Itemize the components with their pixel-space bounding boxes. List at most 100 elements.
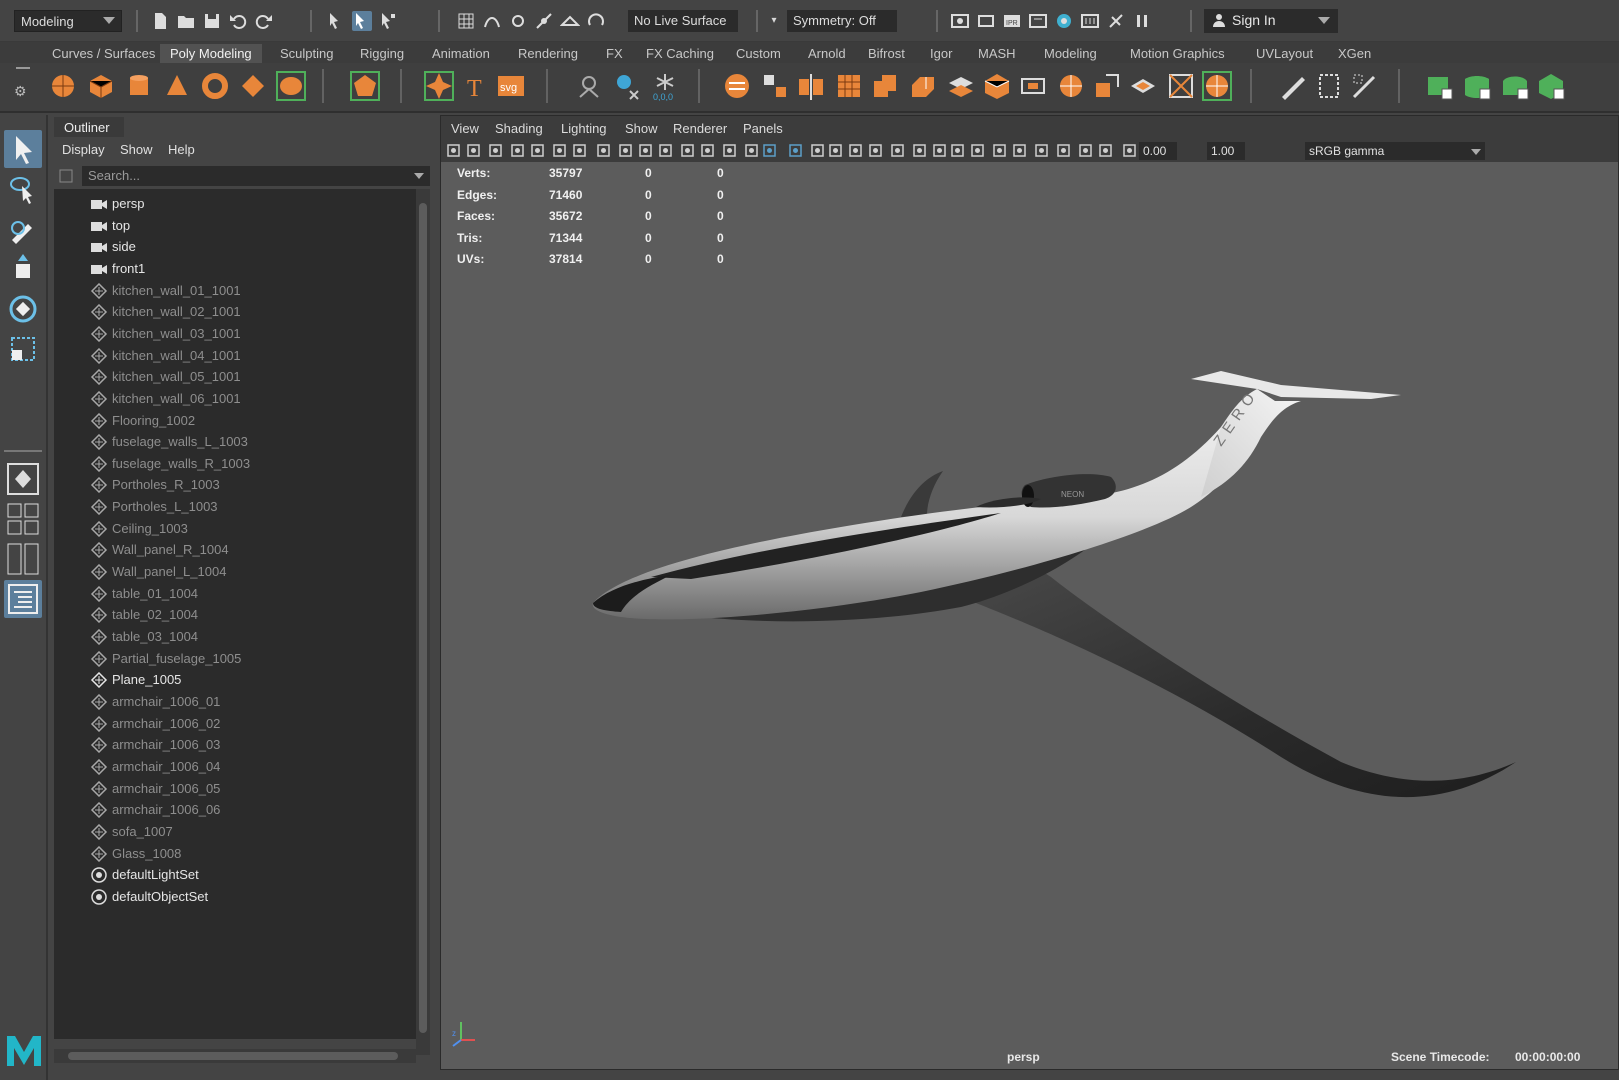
sign-in-button[interactable]: Sign In (1204, 9, 1338, 33)
move-tool-icon[interactable] (4, 250, 42, 288)
select-object-icon[interactable] (352, 11, 372, 31)
exposure-icon[interactable] (1097, 142, 1114, 159)
scrollbar-thumb[interactable] (68, 1052, 398, 1060)
gear-icon[interactable]: ⚙ (14, 83, 30, 99)
film-gate-icon[interactable] (617, 142, 634, 159)
shelf-tab-animation[interactable]: Animation (432, 44, 490, 63)
quad-draw-icon[interactable] (1314, 71, 1344, 101)
outliner-search-input[interactable]: Search... (82, 166, 430, 186)
select-hierarchy-icon[interactable] (326, 11, 346, 31)
xray-joints-toggle-icon[interactable] (1033, 142, 1050, 159)
viewport-menu-lighting[interactable]: Lighting (561, 121, 607, 136)
grease-pencil-icon[interactable] (529, 142, 546, 159)
symmetry-field[interactable]: Symmetry: Off (787, 10, 897, 32)
texture-filter-icon[interactable] (1077, 142, 1094, 159)
shelf-tab-bifrost[interactable]: Bifrost (868, 44, 905, 63)
mirror-icon[interactable] (796, 71, 826, 101)
shelf-menu-icon[interactable] (16, 67, 30, 69)
bookmark-icon[interactable] (487, 142, 504, 159)
separate-icon[interactable] (760, 71, 790, 101)
sphere-icon[interactable] (48, 71, 78, 101)
textured-icon[interactable] (827, 142, 844, 159)
safe-action-icon[interactable] (699, 142, 716, 159)
outliner-horizontal-scrollbar[interactable] (54, 1049, 416, 1063)
shelf-tab-poly-modeling[interactable]: Poly Modeling (160, 44, 262, 63)
outliner-menu-show[interactable]: Show (120, 142, 153, 157)
undo-icon[interactable] (228, 11, 248, 31)
uv-planar-icon[interactable] (1424, 71, 1454, 101)
smooth-icon[interactable] (834, 71, 864, 101)
render-settings-icon[interactable] (950, 11, 970, 31)
cylinder-icon[interactable] (124, 71, 154, 101)
rotate-tool-icon[interactable] (4, 290, 42, 328)
menu-set-dropdown[interactable]: Modeling (14, 10, 122, 32)
ipr-render-icon[interactable]: IPR (1002, 11, 1022, 31)
snap-view-icon[interactable] (534, 11, 554, 31)
select-camera-icon[interactable] (445, 142, 462, 159)
cube-icon[interactable] (86, 71, 116, 101)
target-weld-sphere-icon[interactable] (1202, 71, 1232, 101)
uv-spherical-icon[interactable] (1500, 71, 1530, 101)
safe-title-icon[interactable] (721, 142, 738, 159)
super-shape-icon[interactable] (424, 71, 454, 101)
merge-icon[interactable] (1092, 71, 1122, 101)
anti-aliasing-icon[interactable] (931, 142, 948, 159)
viewport-menu-view[interactable]: View (451, 121, 479, 136)
platonic-solid-icon[interactable] (350, 71, 380, 101)
render-view-icon[interactable] (976, 11, 996, 31)
sculpt-icon[interactable] (1278, 71, 1308, 101)
uv-automatic-icon[interactable] (1536, 71, 1566, 101)
gamma-icon[interactable] (1121, 142, 1138, 159)
save-scene-icon[interactable] (202, 11, 222, 31)
depth-of-field-icon[interactable] (949, 142, 966, 159)
backface-culling-icon[interactable] (1055, 142, 1072, 159)
xray-joints-icon[interactable] (571, 142, 588, 159)
isolate-select-icon[interactable] (969, 142, 986, 159)
text-tool-icon[interactable]: T (460, 71, 490, 102)
outliner-menu-help[interactable]: Help (168, 142, 195, 157)
snap-live-icon[interactable] (586, 11, 606, 31)
shelf-tab-fx[interactable]: FX (606, 44, 623, 63)
fill-hole-icon[interactable] (1128, 71, 1158, 101)
pivot-icon[interactable] (612, 71, 642, 101)
snap-point-icon[interactable] (508, 11, 528, 31)
torus-icon[interactable] (200, 71, 230, 101)
render-sequence-icon[interactable] (1080, 11, 1100, 31)
redo-icon[interactable] (254, 11, 274, 31)
default-material-icon[interactable] (809, 142, 826, 159)
viewport-menu-show[interactable]: Show (625, 121, 658, 136)
cone-icon[interactable] (162, 71, 192, 101)
viewport-menu-panels[interactable]: Panels (743, 121, 783, 136)
shelf-tab-modeling[interactable]: Modeling (1044, 44, 1097, 63)
open-scene-icon[interactable] (176, 11, 196, 31)
xray-active-icon[interactable] (1011, 142, 1028, 159)
bevel-icon[interactable] (982, 71, 1012, 101)
snowflake-icon[interactable]: 0,0,0 (650, 71, 680, 102)
combine-icon[interactable] (722, 71, 752, 101)
resolution-gate-icon[interactable] (637, 142, 654, 159)
target-weld-icon[interactable] (1056, 71, 1086, 101)
lasso-tool-icon[interactable] (4, 170, 42, 208)
image-plane-icon[interactable] (509, 142, 526, 159)
viewport-menu-renderer[interactable]: Renderer (673, 121, 727, 136)
airplane-model[interactable]: ZERO NEON (581, 367, 1541, 837)
two-pane-layout-icon[interactable] (4, 540, 42, 578)
field-chart-icon[interactable] (679, 142, 696, 159)
shelf-tab-motion-graphics[interactable]: Motion Graphics (1130, 44, 1225, 63)
shelf-tab-igor[interactable]: Igor (930, 44, 952, 63)
use-lights-icon[interactable] (847, 142, 864, 159)
gate-mask-icon[interactable] (657, 142, 674, 159)
scale-tool-icon[interactable] (4, 330, 42, 368)
shelf-tab-arnold[interactable]: Arnold (808, 44, 846, 63)
snap-curve-icon[interactable] (482, 11, 502, 31)
chevron-down-icon[interactable]: ▾ (764, 11, 784, 31)
paint-select-tool-icon[interactable] (4, 210, 42, 248)
chevron-down-icon[interactable] (1471, 149, 1481, 155)
shelf-tab-sculpting[interactable]: Sculpting (280, 44, 333, 63)
select-tool-icon[interactable] (4, 130, 42, 168)
bounding-box-icon[interactable] (1018, 71, 1048, 101)
plane-icon[interactable] (238, 71, 268, 101)
viewport-canvas[interactable]: Verts: 35797 0 0 Edges: 71460 0 0 Faces: 35672 0 0 T… (441, 162, 1618, 1069)
shadows-icon[interactable] (867, 142, 884, 159)
select-component-icon[interactable] (378, 11, 398, 31)
